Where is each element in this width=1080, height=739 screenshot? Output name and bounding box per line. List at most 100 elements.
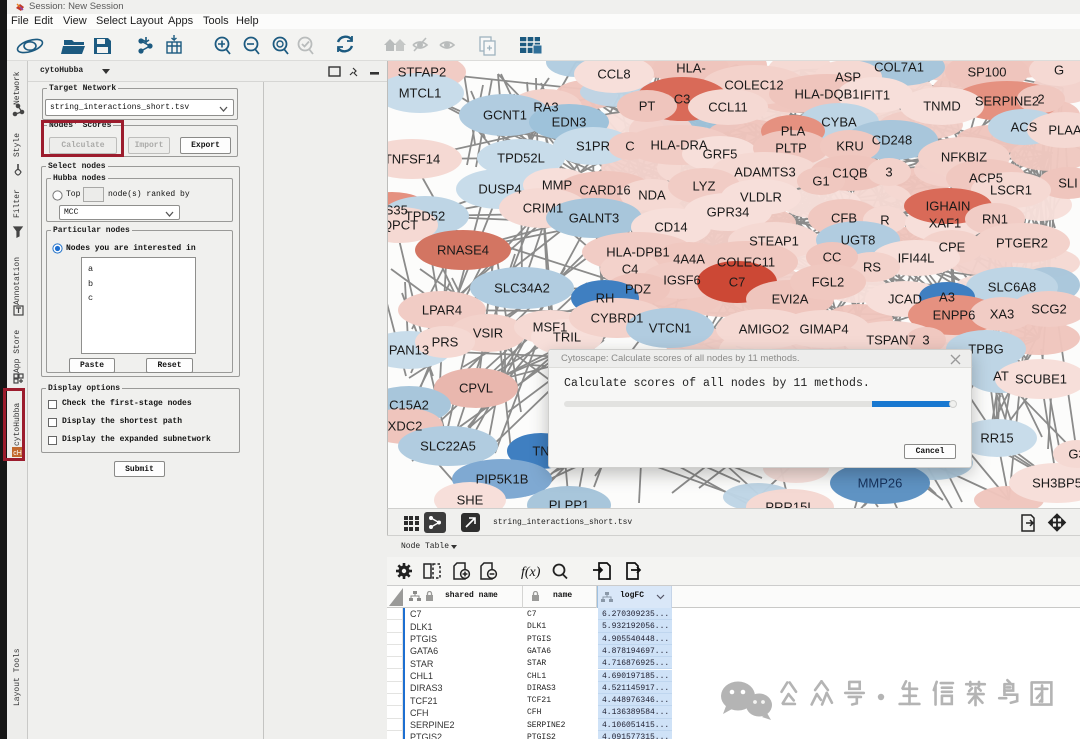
svg-text:G1: G1 bbox=[812, 174, 829, 189]
svg-text:AT: AT bbox=[993, 369, 1009, 384]
svg-text:TSPAN7: TSPAN7 bbox=[866, 333, 916, 348]
svg-text:CPVL: CPVL bbox=[459, 381, 493, 396]
svg-text:PRR15L: PRR15L bbox=[765, 500, 814, 508]
svg-text:EVI2A: EVI2A bbox=[772, 292, 809, 307]
svg-text:COLEC12: COLEC12 bbox=[724, 78, 783, 93]
svg-text:NFKBIZ: NFKBIZ bbox=[941, 150, 987, 165]
svg-text:RNASE4: RNASE4 bbox=[437, 243, 489, 258]
svg-text:CD14: CD14 bbox=[654, 220, 687, 235]
svg-text:AMIGO2: AMIGO2 bbox=[739, 322, 790, 337]
svg-text:FGL2: FGL2 bbox=[812, 275, 845, 290]
svg-text:C7: C7 bbox=[729, 275, 746, 290]
svg-text:G: G bbox=[1054, 63, 1064, 78]
svg-text:SH3BP5: SH3BP5 bbox=[1032, 476, 1080, 491]
svg-text:CYBA: CYBA bbox=[821, 115, 857, 130]
svg-text:C: C bbox=[625, 139, 634, 154]
svg-text:HLA-: HLA- bbox=[676, 61, 706, 76]
svg-text:HLA-DPB1: HLA-DPB1 bbox=[606, 245, 670, 260]
svg-text:DUSP4: DUSP4 bbox=[478, 182, 521, 197]
svg-text:IGSF6: IGSF6 bbox=[663, 273, 701, 288]
svg-text:IFIT1: IFIT1 bbox=[860, 88, 890, 103]
svg-text:ASP: ASP bbox=[835, 70, 861, 85]
svg-text:CRIM1: CRIM1 bbox=[523, 201, 563, 216]
svg-text:STFAP2: STFAP2 bbox=[398, 65, 446, 80]
svg-text:EDN3: EDN3 bbox=[552, 115, 587, 130]
svg-text:A3: A3 bbox=[939, 290, 955, 305]
svg-text:COLEC11: COLEC11 bbox=[717, 255, 775, 270]
svg-text:RN1: RN1 bbox=[982, 212, 1008, 227]
svg-text:2: 2 bbox=[1037, 92, 1044, 107]
svg-text:GIMAP4: GIMAP4 bbox=[799, 322, 848, 337]
svg-text:PLA: PLA bbox=[781, 124, 806, 139]
svg-text:SLI: SLI bbox=[1058, 176, 1078, 191]
svg-text:RH: RH bbox=[596, 291, 615, 306]
svg-text:C1QB: C1QB bbox=[832, 166, 867, 181]
svg-text:PLTP: PLTP bbox=[775, 141, 807, 156]
svg-text:S1PR: S1PR bbox=[576, 139, 610, 154]
svg-text:COL7A1: COL7A1 bbox=[874, 61, 924, 75]
svg-text:QPCT: QPCT bbox=[388, 218, 418, 233]
svg-text:PIP5K1B: PIP5K1B bbox=[476, 472, 529, 487]
svg-text:GCNT1: GCNT1 bbox=[483, 108, 527, 123]
svg-text:TRIL: TRIL bbox=[553, 330, 581, 345]
svg-text:4A4A: 4A4A bbox=[673, 252, 705, 267]
svg-text:JCAD: JCAD bbox=[888, 292, 922, 307]
svg-text:MMP: MMP bbox=[542, 178, 572, 193]
svg-text:PDZ: PDZ bbox=[625, 282, 651, 297]
svg-text:ACS: ACS bbox=[1011, 120, 1038, 135]
svg-text:VTCN1: VTCN1 bbox=[649, 321, 692, 336]
svg-text:PT: PT bbox=[639, 99, 656, 114]
svg-text:CCL11: CCL11 bbox=[708, 100, 748, 115]
svg-text:PRS: PRS bbox=[432, 335, 459, 350]
svg-text:SCUBE1: SCUBE1 bbox=[1015, 372, 1067, 387]
svg-text:LSCR1: LSCR1 bbox=[990, 183, 1032, 198]
svg-text:ENPP6: ENPP6 bbox=[933, 308, 976, 323]
svg-text:HLA-DQB1: HLA-DQB1 bbox=[794, 87, 859, 102]
svg-text:3: 3 bbox=[922, 333, 929, 348]
svg-text:C4: C4 bbox=[622, 262, 639, 277]
svg-text:CARD16: CARD16 bbox=[579, 183, 630, 198]
svg-text:CPE: CPE bbox=[939, 240, 966, 255]
svg-text:XA3: XA3 bbox=[990, 307, 1015, 322]
svg-text:IFI44L: IFI44L bbox=[898, 251, 935, 266]
svg-text:TNFSF14: TNFSF14 bbox=[388, 152, 440, 167]
svg-text:SLC22A5: SLC22A5 bbox=[420, 439, 476, 454]
svg-text:XDC2: XDC2 bbox=[388, 419, 422, 434]
svg-text:G3: G3 bbox=[1068, 447, 1080, 462]
svg-text:VLDLR: VLDLR bbox=[740, 190, 782, 205]
svg-text:SP100: SP100 bbox=[967, 65, 1006, 80]
svg-text:TNMD: TNMD bbox=[923, 99, 961, 114]
svg-text:C3: C3 bbox=[674, 92, 691, 107]
svg-text:R: R bbox=[880, 213, 889, 228]
svg-text:CD248: CD248 bbox=[872, 133, 912, 148]
svg-text:NDA: NDA bbox=[638, 188, 666, 203]
svg-text:RS: RS bbox=[863, 260, 881, 275]
svg-text:MTCL1: MTCL1 bbox=[399, 86, 442, 101]
svg-text:f(x): f(x) bbox=[521, 565, 541, 580]
svg-text:TPBG: TPBG bbox=[968, 342, 1003, 357]
svg-text:ADAMTS3: ADAMTS3 bbox=[734, 165, 795, 180]
svg-text:CCL8: CCL8 bbox=[597, 67, 630, 82]
svg-text:GPR34: GPR34 bbox=[707, 205, 750, 220]
svg-text:PTGER2: PTGER2 bbox=[996, 236, 1048, 251]
svg-text:KRU: KRU bbox=[836, 139, 863, 154]
svg-text:3: 3 bbox=[885, 165, 892, 180]
svg-text:SCG2: SCG2 bbox=[1031, 302, 1066, 317]
svg-text:SLC34A2: SLC34A2 bbox=[494, 281, 550, 296]
svg-text:STEAP1: STEAP1 bbox=[749, 234, 799, 249]
svg-text:SERPINE2: SERPINE2 bbox=[975, 94, 1039, 109]
svg-text:RR15: RR15 bbox=[980, 431, 1013, 446]
svg-text:LPAR4: LPAR4 bbox=[422, 303, 462, 318]
svg-text:PLAA: PLAA bbox=[1048, 123, 1080, 138]
svg-text:SLC6A8: SLC6A8 bbox=[988, 280, 1036, 295]
svg-text:LYZ: LYZ bbox=[693, 179, 716, 194]
svg-text:XAF1: XAF1 bbox=[929, 216, 962, 231]
svg-text:CFB: CFB bbox=[831, 211, 857, 226]
svg-text:HLA-DRA: HLA-DRA bbox=[650, 138, 707, 153]
svg-text:GRF5: GRF5 bbox=[703, 147, 738, 162]
svg-text:IGHAIN: IGHAIN bbox=[926, 199, 971, 214]
svg-text:CC: CC bbox=[823, 250, 842, 265]
svg-text:MMP26: MMP26 bbox=[858, 476, 903, 491]
svg-text:C15A2: C15A2 bbox=[389, 398, 429, 413]
svg-text:CYBRD1: CYBRD1 bbox=[591, 311, 644, 326]
